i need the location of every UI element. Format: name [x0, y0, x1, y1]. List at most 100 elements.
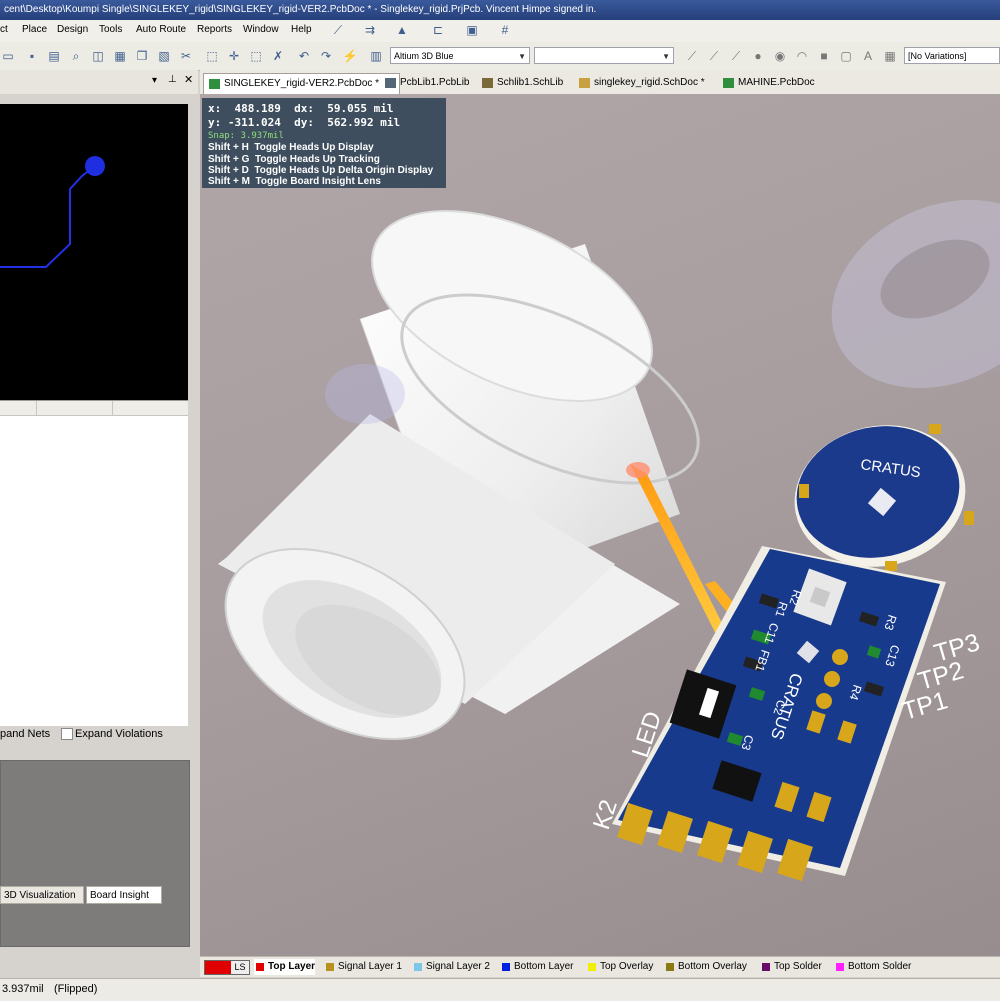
expand-nets-label[interactable]: pand Nets [0, 728, 50, 740]
status-bar: 3.937mil (Flipped) [0, 978, 1000, 1001]
move-icon[interactable]: ✛ [226, 48, 242, 64]
deselect-icon[interactable]: ⬚ [248, 48, 264, 64]
document-tabs: SINGLEKEY_rigid-VER2.PcbDoc * PcbLib1.Pc… [200, 70, 1000, 95]
menu-place[interactable]: Place [22, 24, 47, 35]
layer-tab-signal-layer-2[interactable]: Signal Layer 2 [412, 959, 490, 975]
layer-tab-top-layer[interactable]: Top Layer [254, 959, 316, 975]
rubber-stamp-icon[interactable]: ▧ [156, 48, 172, 64]
pcb-3d-view[interactable]: CRATUS R2 R1 C11 FB1 C2 C3 CRATUS R3 C13… [200, 94, 1000, 956]
menu-help[interactable]: Help [291, 24, 312, 35]
tab-3d-visualization[interactable]: 3D Visualization [0, 886, 84, 904]
pin-icon[interactable]: ⊥ [168, 74, 177, 85]
layer-tab-bottom-layer[interactable]: Bottom Layer [500, 959, 573, 975]
tab-mahine-pcbdoc[interactable]: MAHINE.PcbDoc [718, 73, 815, 93]
menu-project[interactable]: ct [0, 24, 8, 35]
panel-object-list[interactable] [0, 400, 188, 726]
hud-y-row: y: -311.024 dy: 562.992 mil [208, 116, 401, 129]
copy-icon[interactable]: ❐ [134, 48, 150, 64]
string-icon[interactable]: A [860, 48, 876, 64]
expand-violations-label[interactable]: Expand Violations [75, 728, 163, 740]
hud-shortcut-h: Shift + H Toggle Heads Up Display [208, 142, 374, 153]
layer-color-swatch [588, 963, 596, 971]
column-divider[interactable] [112, 401, 113, 415]
view-config-select[interactable]: Altium 3D Blue ▼ [390, 47, 530, 64]
room-icon[interactable]: ▣ [464, 22, 480, 38]
polygon-icon[interactable]: ▢ [838, 48, 854, 64]
dimension-icon[interactable]: ⊏ [430, 22, 446, 38]
expand-violations-checkbox[interactable] [61, 728, 73, 740]
paste-icon[interactable]: ▦ [112, 48, 128, 64]
chevron-down-icon[interactable]: ▾ [152, 75, 157, 86]
ghost-ring [831, 199, 1000, 389]
hud-x-row: x: 488.189 dx: 59.055 mil [208, 102, 394, 115]
tab-pcblib[interactable]: PcbLib1.PcbLib [380, 73, 470, 93]
title-bar: cent\Desktop\Koumpi Single\SINGLEKEY_rig… [0, 0, 1000, 20]
undo-icon[interactable]: ↶ [296, 48, 312, 64]
variations-value: [No Variations] [908, 51, 967, 61]
chevron-down-icon: ▼ [662, 52, 670, 61]
scene-canvas: CRATUS R2 R1 C11 FB1 C2 C3 CRATUS R3 C13… [218, 199, 1000, 882]
multi-route-icon[interactable]: ⟋ [728, 48, 744, 64]
browse-icon[interactable]: ▥ [368, 48, 384, 64]
layer-color-swatch [666, 963, 674, 971]
diff-pair-icon[interactable]: ⟋ [706, 48, 722, 64]
board-minimap[interactable] [0, 104, 188, 449]
save-icon[interactable]: ▪ [24, 48, 40, 64]
pcblib-document-icon [385, 78, 396, 88]
view-config-value: Altium 3D Blue [394, 51, 454, 61]
menu-window[interactable]: Window [243, 24, 279, 35]
tab-singlekey-pcbdoc[interactable]: SINGLEKEY_rigid-VER2.PcbDoc * [203, 73, 400, 94]
place-icon[interactable]: ▲ [394, 22, 410, 38]
layer-color-swatch [836, 963, 844, 971]
tab-schlib[interactable]: Schlib1.SchLib [477, 73, 563, 93]
status-snap: 3.937mil [2, 983, 44, 995]
fill-icon[interactable]: ■ [816, 48, 832, 64]
menu-reports[interactable]: Reports [197, 24, 232, 35]
chevron-down-icon: ▼ [518, 52, 526, 61]
menu-bar: ct Place Design Tools Auto Route Reports… [0, 20, 1000, 43]
cross-probe-icon[interactable]: ⚡ [342, 48, 358, 64]
layer-tab-top-overlay[interactable]: Top Overlay [586, 959, 653, 975]
minimap-trace [0, 165, 96, 268]
layer-tab-bottom-solder[interactable]: Bottom Solder [834, 959, 911, 975]
layer-tab-bottom-overlay[interactable]: Bottom Overlay [664, 959, 747, 975]
menu-tools[interactable]: Tools [99, 24, 122, 35]
layer-tab-signal-layer-1[interactable]: Signal Layer 1 [324, 959, 402, 975]
tab-schdoc[interactable]: singlekey_rigid.SchDoc * [574, 73, 705, 93]
panel-preview [0, 760, 190, 947]
cut-icon[interactable]: ✂ [178, 48, 194, 64]
print-icon[interactable]: ▤ [46, 48, 62, 64]
select-area-icon[interactable]: ⬚ [204, 48, 220, 64]
align-icon[interactable]: ⇉ [362, 22, 378, 38]
grid-icon[interactable]: # [497, 22, 513, 38]
menu-design[interactable]: Design [57, 24, 88, 35]
column-divider[interactable] [36, 401, 37, 415]
redo-icon[interactable]: ↷ [318, 48, 334, 64]
layer-color-swatch [326, 963, 334, 971]
route-icon[interactable]: ⟋ [330, 22, 346, 38]
clear-icon[interactable]: ✗ [270, 48, 286, 64]
k2-label: K2 [588, 797, 623, 833]
toolbar: ▭ ▪ ▤ ⌕ ◫ ▦ ❐ ▧ ✂ ⬚ ✛ ⬚ ✗ ↶ ↷ ⚡ ▥ Altium… [0, 42, 1000, 71]
layer-set-select[interactable]: ▼ [534, 47, 674, 64]
interactive-route-icon[interactable]: ⟋ [684, 48, 700, 64]
layer-color-swatch [762, 963, 770, 971]
arc-icon[interactable]: ◠ [794, 48, 810, 64]
variations-select[interactable]: [No Variations] [904, 47, 1000, 64]
zoom-icon[interactable]: ⌕ [68, 48, 84, 64]
panel-list-header [0, 401, 188, 416]
zoom-fit-icon[interactable]: ◫ [90, 48, 106, 64]
tab-board-insight[interactable]: Board Insight [86, 886, 162, 904]
open-icon[interactable]: ▭ [0, 48, 16, 64]
menu-auto-route[interactable]: Auto Route [136, 24, 186, 35]
hud-snap: Snap: 3.937mil [208, 131, 284, 141]
current-layer-indicator[interactable]: LS [204, 960, 250, 975]
pad-icon[interactable]: ● [750, 48, 766, 64]
heads-up-display: x: 488.189 dx: 59.055 mil y: -311.024 dy… [202, 98, 446, 188]
layer-tab-top-solder[interactable]: Top Solder [760, 959, 822, 975]
via-icon[interactable]: ◉ [772, 48, 788, 64]
component-icon[interactable]: ▦ [882, 48, 898, 64]
status-mode: (Flipped) [54, 983, 98, 995]
close-icon[interactable]: ✕ [184, 73, 193, 86]
layer-color-swatch [414, 963, 422, 971]
